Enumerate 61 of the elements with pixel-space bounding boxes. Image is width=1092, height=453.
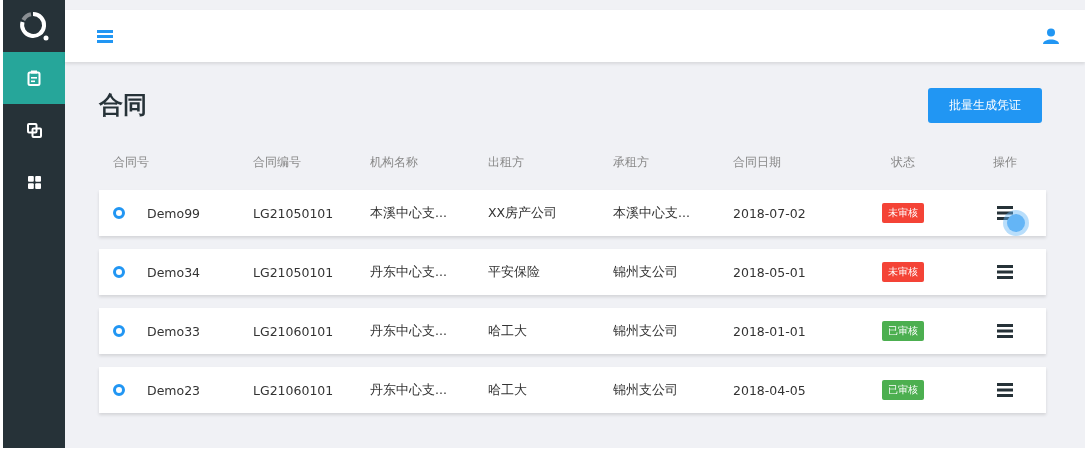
column-header: 出租方 xyxy=(488,153,525,171)
table-cell-text: 本溪中心支... xyxy=(613,204,691,222)
table-row[interactable]: Demo23 LG21060101 丹东中心支... 哈工大 锦州支公司 2018-04-05 已审核 xyxy=(99,367,1046,413)
column-header: 合同编号 xyxy=(253,153,302,171)
table-cell-text: 本溪中心支... xyxy=(370,204,448,222)
table-cell: Demo33 xyxy=(147,323,201,339)
table-cell-text: 锦州支公司 xyxy=(613,381,679,399)
table-cell-text: 丹东中心支... xyxy=(370,263,448,281)
status-tag: 已审核 xyxy=(882,321,924,341)
menu-icon xyxy=(996,265,1013,279)
page-title: 合同 xyxy=(99,90,147,121)
table-cell-text: 丹东中心支... xyxy=(370,322,448,340)
table-cell-text: LG21050101 xyxy=(253,264,335,280)
radio-icon xyxy=(113,207,125,219)
menu-button[interactable] xyxy=(97,29,113,43)
column-header: 操作 xyxy=(992,153,1017,171)
column-header: 合同日期 xyxy=(733,153,782,171)
table-cell-text: 哈工大 xyxy=(488,322,528,340)
table-cell-text: 锦州支公司 xyxy=(613,322,679,340)
user-button[interactable] xyxy=(1043,28,1059,44)
table-cell-text: 2018-04-05 xyxy=(733,382,807,398)
column-header: 合同号 xyxy=(113,153,150,171)
table-cell-text: LG21050101 xyxy=(253,205,335,221)
status-tag: 未审核 xyxy=(882,203,924,223)
menu-icon xyxy=(996,324,1013,338)
copy-icon xyxy=(26,122,42,138)
clipboard-icon xyxy=(27,70,41,86)
table-cell: Demo99 xyxy=(147,205,201,221)
row-menu-button[interactable] xyxy=(996,383,1013,397)
row-menu-button[interactable] xyxy=(996,265,1013,279)
table-cell-text: LG21060101 xyxy=(253,323,335,339)
table-cell-text: XX房产公司 xyxy=(488,204,559,222)
table-row[interactable]: Demo34 LG21050101 丹东中心支... 平安保险 锦州支公司 2018-05-01 未审核 xyxy=(99,249,1046,295)
menu-icon xyxy=(996,383,1013,397)
column-header: 承租方 xyxy=(613,153,650,171)
column-header: 机构名称 xyxy=(370,153,419,171)
table-row[interactable]: Demo33 LG21060101 丹东中心支... 哈工大 锦州支公司 2018-01-01 已审核 xyxy=(99,308,1046,354)
menu-icon xyxy=(97,29,113,43)
table-cell-text: 2018-05-01 xyxy=(733,264,807,280)
menu-icon xyxy=(996,206,1013,220)
table-cell-text: 2018-07-02 xyxy=(733,205,807,221)
table-cell-text: 哈工大 xyxy=(488,381,528,399)
radio-icon xyxy=(113,266,125,278)
user-icon xyxy=(1043,28,1059,44)
table-cell-text: LG21060101 xyxy=(253,382,335,398)
column-header: 状态 xyxy=(891,153,915,171)
table-row[interactable]: Demo99 LG21050101 本溪中心支... XX房产公司 本溪中心支... 2018-07-02 未审核 xyxy=(99,190,1046,236)
row-menu-button[interactable] xyxy=(996,324,1013,338)
table-cell-text: 锦州支公司 xyxy=(613,263,679,281)
table-cell-text: 平安保险 xyxy=(488,263,541,281)
table-cell: Demo34 xyxy=(147,264,201,280)
radio-icon xyxy=(113,384,125,396)
status-tag: 已审核 xyxy=(882,380,924,400)
table-cell-text: 2018-01-01 xyxy=(733,323,807,339)
logo-icon xyxy=(19,11,49,41)
status-tag: 未审核 xyxy=(882,262,924,282)
row-menu-button[interactable] xyxy=(996,206,1013,220)
table-cell: Demo23 xyxy=(147,382,201,398)
table-cell-text: 丹东中心支... xyxy=(370,381,448,399)
radio-icon xyxy=(113,325,125,337)
grid-icon xyxy=(27,175,41,189)
